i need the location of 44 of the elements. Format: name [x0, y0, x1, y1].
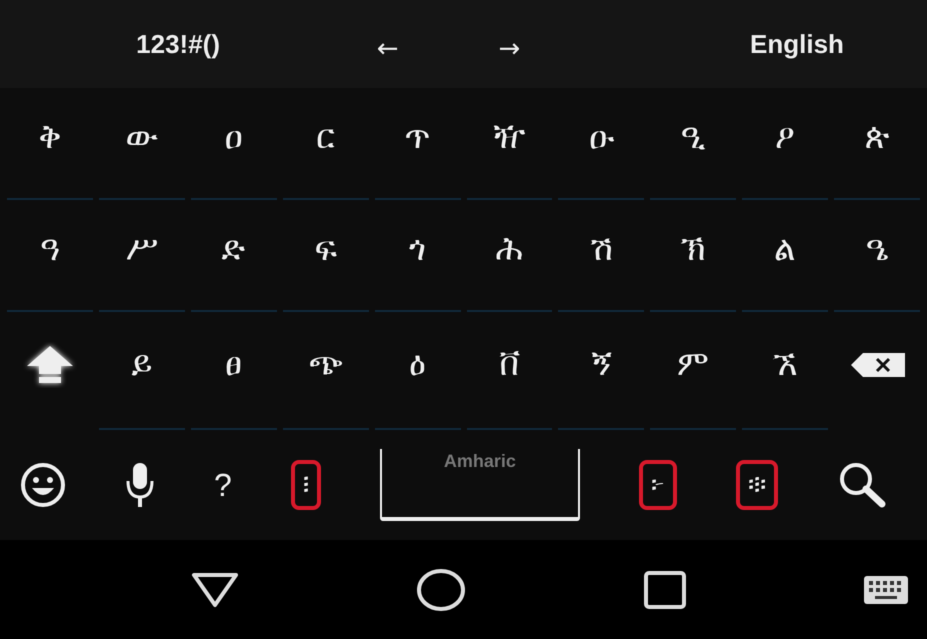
letter-key[interactable]: ው [125, 117, 158, 157]
letter-key[interactable]: ጎ [409, 229, 426, 269]
cursor-left-key[interactable]: ← [376, 34, 398, 64]
letter-key[interactable]: ም [677, 344, 710, 384]
letter-key[interactable]: ዔ [866, 229, 889, 269]
letter-key[interactable]: ሕ [495, 229, 524, 269]
symbols-key[interactable]: 123!#() [136, 28, 220, 60]
letter-key[interactable]: ሽ [590, 229, 613, 269]
letter-key[interactable]: ዐ [224, 117, 243, 157]
letter-key[interactable]: ጭ [308, 344, 343, 384]
letter-key[interactable]: ኧ [772, 344, 798, 384]
language-key[interactable]: English [750, 28, 844, 60]
letter-key[interactable]: ዖ [775, 117, 796, 157]
letter-key[interactable]: ኽ [680, 229, 706, 269]
letter-key[interactable]: ጥ [404, 117, 431, 157]
keyboard-icon[interactable] [862, 574, 909, 604]
punctuation-key[interactable]: ፧ [290, 460, 321, 510]
cursor-right-key[interactable]: → [498, 34, 520, 64]
backspace-icon[interactable] [849, 351, 906, 379]
letter-key[interactable]: ኝ [591, 344, 612, 384]
letter-key[interactable]: ዓ [40, 229, 60, 269]
space-bar[interactable]: Amharic [380, 449, 580, 521]
letter-key[interactable]: ይ [131, 344, 152, 384]
punctuation-key[interactable]: ፨ [736, 460, 778, 510]
punctuation-key[interactable]: ፦ [638, 460, 677, 510]
letter-key[interactable]: ሥ [126, 229, 158, 269]
letter-key[interactable]: ቅ [38, 117, 62, 157]
question-key[interactable]: ? [214, 466, 232, 504]
letter-key[interactable]: ቨ [498, 344, 520, 384]
letter-key[interactable]: ጵ [864, 117, 890, 157]
letter-key[interactable]: ዥ [493, 117, 526, 157]
letter-key[interactable]: ል [774, 229, 796, 269]
letter-key[interactable]: ዑ [588, 117, 614, 157]
home-icon[interactable] [416, 568, 466, 612]
letter-key[interactable]: ድ [222, 229, 246, 269]
recents-icon[interactable] [642, 570, 687, 610]
letter-key[interactable]: ፍ [314, 229, 337, 269]
letter-key[interactable]: ር [316, 117, 336, 157]
letter-key[interactable]: ፀ [225, 344, 242, 384]
microphone-icon[interactable] [125, 461, 156, 509]
letter-key[interactable]: ዒ [680, 117, 706, 157]
back-icon[interactable] [190, 572, 240, 608]
emoji-icon[interactable] [20, 462, 66, 508]
letter-key[interactable]: ዕ [409, 344, 426, 384]
